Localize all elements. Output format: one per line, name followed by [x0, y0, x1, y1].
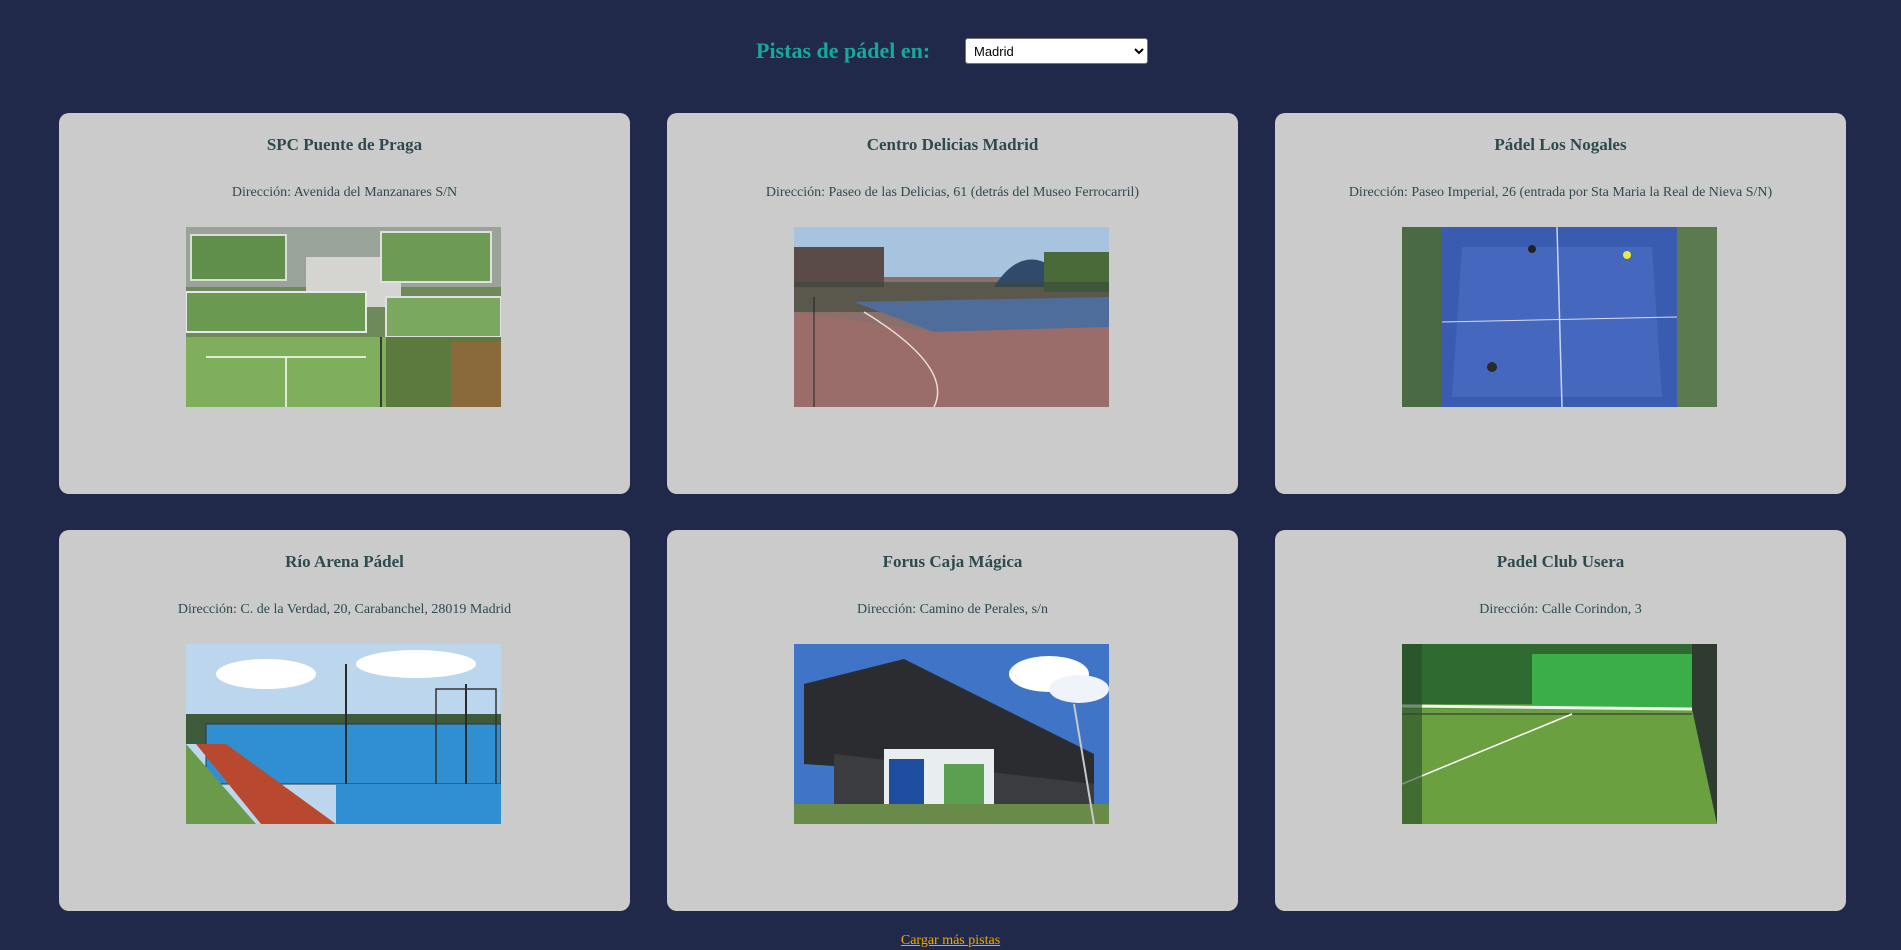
court-photo: [1402, 644, 1717, 824]
court-address: Dirección: Camino de Perales, s/n: [857, 602, 1048, 617]
green-court-net-photo: [1402, 644, 1717, 824]
load-more-link[interactable]: Cargar más pistas: [901, 933, 1000, 948]
court-photo: [1402, 227, 1717, 407]
outdoor-red-blue-courts-photo: [794, 227, 1109, 407]
courts-grid: SPC Puente de Praga Dirección: Avenida d…: [59, 113, 1846, 911]
court-name: Padel Club Usera: [1496, 552, 1625, 571]
court-card: Pádel Los Nogales Dirección: Paseo Imper…: [1275, 113, 1846, 494]
court-photo: [794, 644, 1109, 824]
page-header: Pistas de pádel en: Madrid: [0, 36, 1901, 66]
court-card: Forus Caja Mágica Dirección: Camino de P…: [667, 530, 1238, 911]
blue-court-overhead-photo: [1402, 227, 1717, 407]
blue-courts-sunny-photo: [186, 644, 501, 824]
court-address: Dirección: Paseo de las Delicias, 61 (de…: [765, 185, 1140, 200]
court-name: Río Arena Pádel: [285, 552, 404, 571]
court-card: Centro Delicias Madrid Dirección: Paseo …: [667, 113, 1238, 494]
court-name: Forus Caja Mágica: [882, 552, 1023, 571]
court-photo: [794, 227, 1109, 407]
court-address: Dirección: C. de la Verdad, 20, Carabanc…: [177, 602, 512, 617]
court-card: Padel Club Usera Dirección: Calle Corind…: [1275, 530, 1846, 911]
load-more-container: Cargar más pistas: [0, 932, 1901, 950]
court-address: Dirección: Calle Corindon, 3: [1479, 602, 1642, 617]
court-photo: [186, 644, 501, 824]
court-address: Dirección: Paseo Imperial, 26 (entrada p…: [1348, 185, 1773, 200]
court-name: SPC Puente de Praga: [266, 135, 423, 154]
court-name: Pádel Los Nogales: [1494, 135, 1627, 154]
forus-building-photo: [794, 644, 1109, 824]
aerial-green-courts-photo: [186, 227, 501, 407]
court-name: Centro Delicias Madrid: [866, 135, 1039, 154]
court-card: Río Arena Pádel Dirección: C. de la Verd…: [59, 530, 630, 911]
court-card: SPC Puente de Praga Dirección: Avenida d…: [59, 113, 630, 494]
page-title: Pistas de pádel en:: [756, 38, 931, 63]
court-photo: [186, 227, 501, 407]
court-address: Dirección: Avenida del Manzanares S/N: [231, 185, 458, 200]
city-select[interactable]: Madrid: [965, 38, 1148, 64]
